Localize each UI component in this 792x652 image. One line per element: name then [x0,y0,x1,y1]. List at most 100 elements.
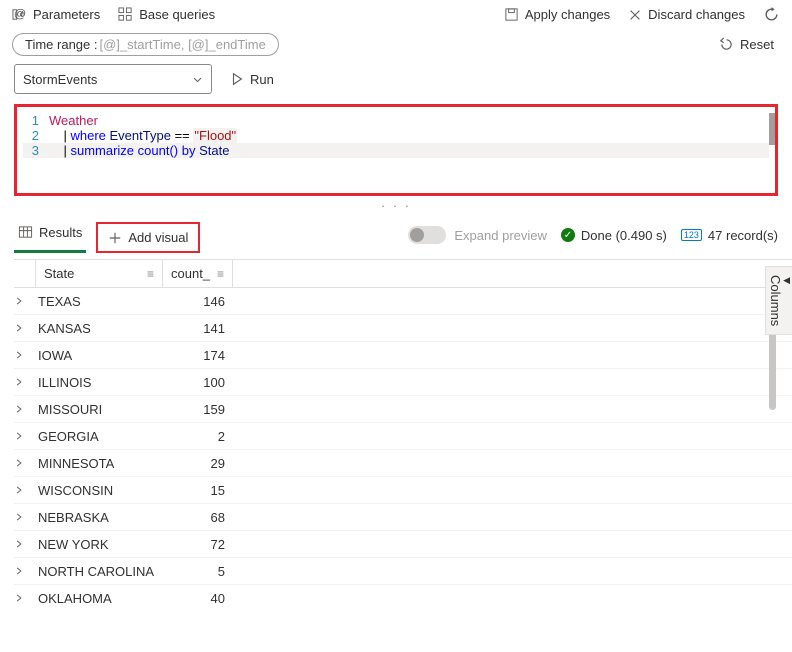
expand-row-icon[interactable] [14,404,36,414]
cell-state: GEORGIA [36,429,163,444]
columns-panel-toggle[interactable]: ◀Columns [765,266,792,335]
param-icon: @ [12,7,27,22]
col-header-count[interactable]: count_≡ [163,260,233,287]
discard-label: Discard changes [648,7,745,22]
top-toolbar: @ Parameters Base queries Apply changes … [0,0,792,29]
cell-count: 72 [163,537,227,552]
cell-state: WISCONSIN [36,483,163,498]
table-row[interactable]: NORTH CAROLINA5 [14,558,792,585]
cell-count: 29 [163,456,227,471]
cell-count: 5 [163,564,227,579]
add-visual-label: Add visual [128,230,188,245]
table-row[interactable]: MINNESOTA29 [14,450,792,477]
base-queries-button[interactable]: Base queries [118,7,215,22]
cell-count: 40 [163,591,227,606]
cell-count: 141 [163,321,227,336]
cell-count: 174 [163,348,227,363]
run-label: Run [250,72,274,87]
table-row[interactable]: WISCONSIN15 [14,477,792,504]
expand-row-icon[interactable] [14,458,36,468]
expand-row-icon[interactable] [14,566,36,576]
time-range-chip[interactable]: Time range : [@]_startTime, [@]_endTime [12,33,279,56]
add-visual-button[interactable]: Add visual [96,222,200,253]
expand-row-icon[interactable] [14,377,36,387]
check-icon: ✓ [561,228,575,242]
status-done: ✓ Done (0.490 s) [561,228,667,243]
expand-row-icon[interactable] [14,593,36,603]
cell-state: ILLINOIS [36,375,163,390]
source-value: StormEvents [23,72,97,87]
table-row[interactable]: NEBRASKA68 [14,504,792,531]
play-icon [230,72,244,86]
apply-changes-button[interactable]: Apply changes [504,7,610,22]
col-header-state[interactable]: State≡ [36,260,163,287]
cell-state: TEXAS [36,294,163,309]
line-number: 2 [23,128,49,143]
cell-count: 146 [163,294,227,309]
source-select[interactable]: StormEvents [14,64,212,94]
cell-count: 68 [163,510,227,525]
parameters-label: Parameters [33,7,100,22]
expand-row-icon[interactable] [14,350,36,360]
expand-row-icon[interactable] [14,431,36,441]
expand-row-icon[interactable] [14,485,36,495]
expand-row-icon[interactable] [14,323,36,333]
cell-count: 159 [163,402,227,417]
cell-state: MISSOURI [36,402,163,417]
table-row[interactable]: GEORGIA2 [14,423,792,450]
parameters-button[interactable]: @ Parameters [12,7,100,22]
svg-text:@: @ [14,7,26,20]
line-number: 3 [23,143,49,158]
time-range-value: [@]_startTime, [@]_endTime [100,37,266,52]
apply-label: Apply changes [525,7,610,22]
cell-count: 100 [163,375,227,390]
menu-icon[interactable]: ≡ [147,267,154,281]
table-row[interactable]: TEXAS146 [14,288,792,315]
cell-state: NEBRASKA [36,510,163,525]
undo-icon [719,37,734,52]
number-icon: 123 [681,229,702,241]
refresh-button[interactable] [763,6,780,23]
cell-state: MINNESOTA [36,456,163,471]
table-row[interactable]: ILLINOIS100 [14,369,792,396]
table-row[interactable]: MISSOURI159 [14,396,792,423]
resize-handle[interactable]: · · · [0,196,792,215]
record-count: 123 47 record(s) [681,228,778,243]
query-editor[interactable]: 1Weather 2 | where EventType == "Flood" … [14,104,778,196]
reset-label: Reset [740,37,774,52]
discard-changes-button[interactable]: Discard changes [628,7,745,22]
scroll-grip[interactable] [769,113,775,145]
table-row[interactable]: IOWA174 [14,342,792,369]
table-row[interactable]: NEW YORK72 [14,531,792,558]
table-row[interactable]: OKLAHOMA40 [14,585,792,608]
run-button[interactable]: Run [224,68,280,91]
records-text: 47 record(s) [708,228,778,243]
tab-results[interactable]: Results [14,217,86,253]
menu-icon[interactable]: ≡ [217,267,224,281]
expand-row-icon[interactable] [14,539,36,549]
table-icon [18,225,33,240]
cell-state: NEW YORK [36,537,163,552]
cell-state: OKLAHOMA [36,591,163,606]
status-text: Done (0.490 s) [581,228,667,243]
save-icon [504,7,519,22]
cell-state: NORTH CAROLINA [36,564,163,579]
plus-icon [108,231,122,245]
base-queries-label: Base queries [139,7,215,22]
cell-state: IOWA [36,348,163,363]
expand-preview-toggle[interactable] [408,226,446,244]
cell-state: KANSAS [36,321,163,336]
expand-row-icon[interactable] [14,512,36,522]
refresh-icon [763,6,780,23]
line-number: 1 [23,113,49,128]
results-label: Results [39,225,82,240]
close-icon [628,8,642,22]
cell-count: 2 [163,429,227,444]
grid-icon [118,7,133,22]
table-row[interactable]: KANSAS141 [14,315,792,342]
reset-button[interactable]: Reset [719,37,774,52]
expand-row-icon[interactable] [14,296,36,306]
expand-preview-label: Expand preview [454,228,547,243]
chevron-down-icon [192,74,203,85]
cell-count: 15 [163,483,227,498]
